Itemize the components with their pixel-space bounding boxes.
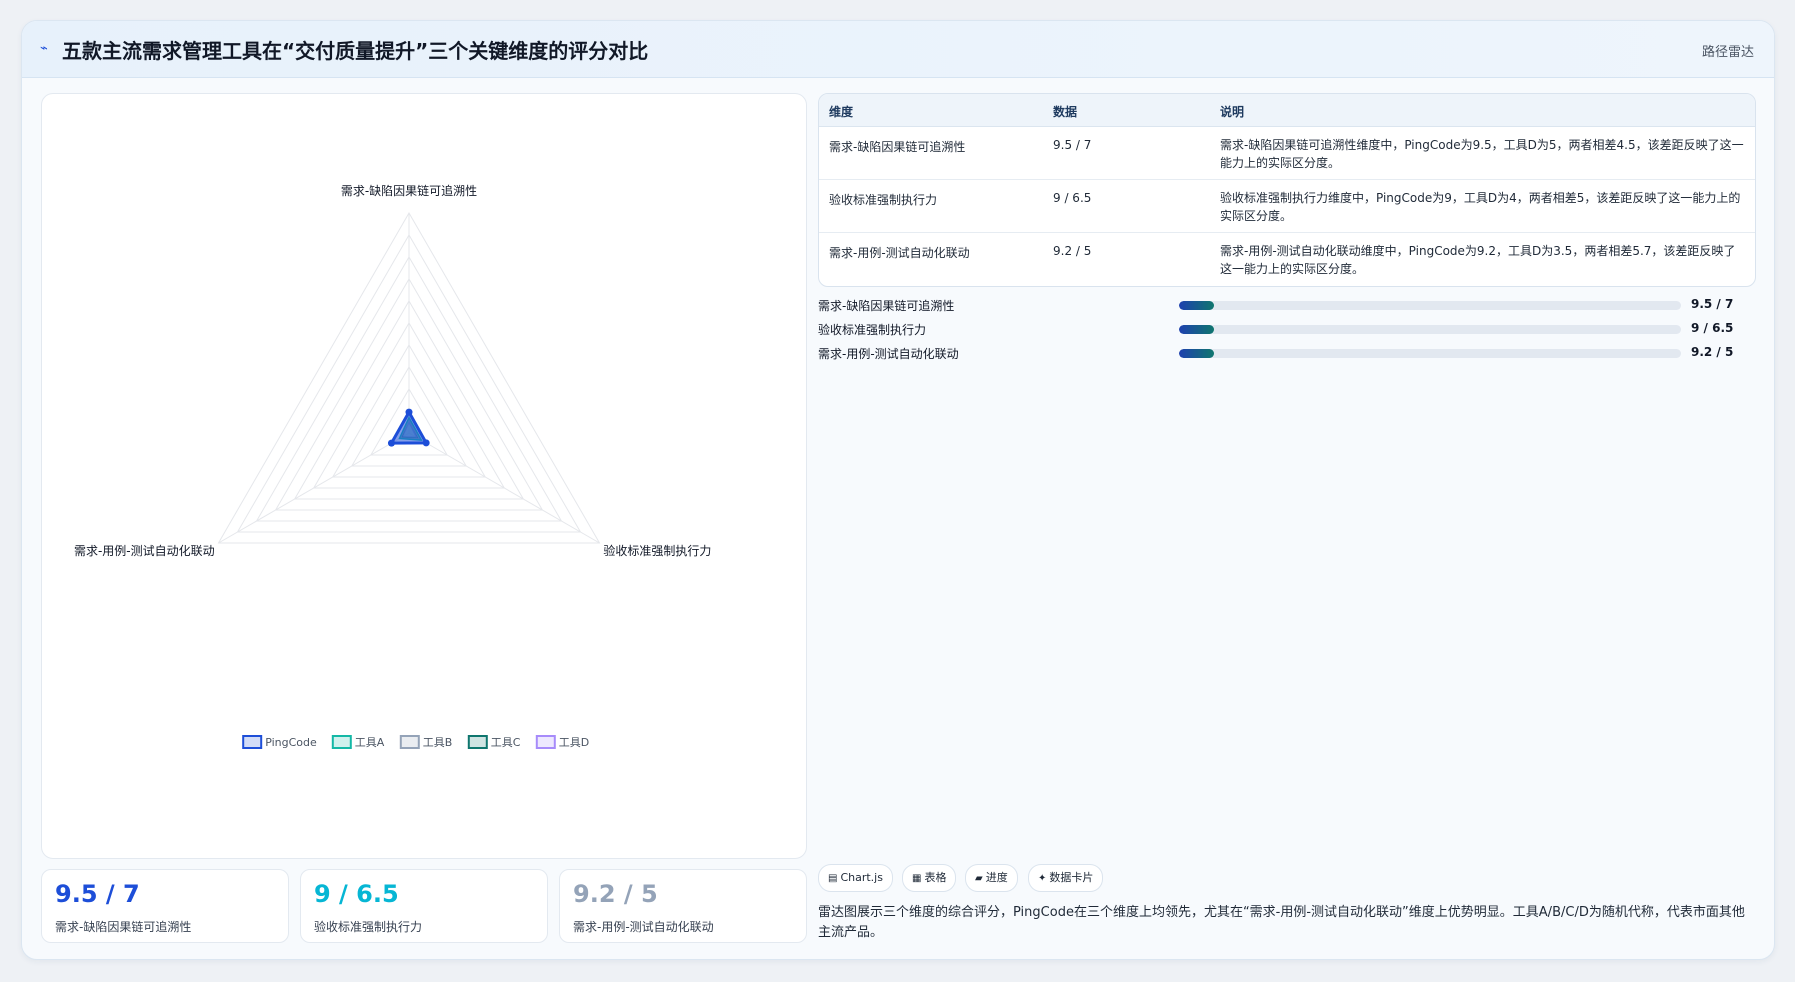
kpi-label: 需求-缺陷因果链可追溯性 [55,920,192,934]
cell-description: 验收标准强制执行力维度中，PingCode为9，工具D为4，两者相差5，该差距反… [1220,191,1741,223]
legend-label: 工具C [491,736,521,749]
progress-fill [1179,349,1215,358]
progress-fill [1179,301,1215,310]
summary-note: 雷达图展示三个维度的综合评分，PingCode在三个维度上均领先，尤其在“需求-… [818,905,1745,940]
dashboard-frame: ⌁ 五款主流需求管理工具在“交付质量提升”三个关键维度的评分对比 路径雷达 需求… [21,20,1775,960]
sparkle-icon: ✦ [1038,873,1047,884]
legend-swatch [331,735,352,749]
legend-swatch [399,735,420,749]
chip-label: 数据卡片 [1049,871,1094,884]
progress-row: 验收标准强制执行力 9 / 6.5 [818,319,1754,339]
legend-swatch [535,735,556,749]
cell-dimension: 需求-缺陷因果链可追溯性 [829,140,966,154]
kpi-card: 9.2 / 5 需求-用例-测试自动化联动 [559,869,807,943]
chip-chartjs[interactable]: ▤ Chart.js [818,864,893,892]
cell-dimension: 验收标准强制执行力 [829,193,938,207]
progress-track [1179,301,1681,310]
chip-table[interactable]: ▦ 表格 [902,864,957,892]
chip-label: 表格 [924,871,947,884]
table-row: 需求-用例-测试自动化联动 9.2 / 5 需求-用例-测试自动化联动维度中，P… [819,233,1755,285]
progress-value: 9.5 / 7 [1691,297,1734,311]
progress-row: 需求-缺陷因果链可追溯性 9.5 / 7 [818,295,1754,315]
radar-axis-label: 需求-缺陷因果链可追溯性 [341,183,477,198]
progress-label: 验收标准强制执行力 [818,323,927,337]
legend-label: 工具B [423,736,453,749]
chip-label: Chart.js [840,871,883,884]
cell-data: 9.2 / 5 [1053,244,1092,258]
legend-label: PingCode [265,736,317,749]
table-row: 验收标准强制执行力 9 / 6.5 验收标准强制执行力维度中，PingCode为… [819,180,1755,233]
progress-value: 9 / 6.5 [1691,321,1734,335]
progress-label: 需求-用例-测试自动化联动 [818,347,959,361]
data-table: 维度 数据 说明 需求-缺陷因果链可追溯性 9.5 / 7 需求-缺陷因果链可追… [818,93,1756,287]
cell-data: 9.5 / 7 [1053,138,1092,152]
kpi-value: 9.2 / 5 [573,880,658,908]
radar-icon: ⌁ [40,41,48,56]
progress-track [1179,349,1681,358]
radar-axis-label: 验收标准强制执行力 [603,543,711,558]
page-title: 五款主流需求管理工具在“交付质量提升”三个关键维度的评分对比 [62,39,649,63]
kpi-card: 9 / 6.5 验收标准强制执行力 [300,869,548,943]
legend-swatch [467,735,488,749]
kpi-card: 9.5 / 7 需求-缺陷因果链可追溯性 [41,869,289,943]
header-dimension: 维度 [829,105,854,119]
header-tag: 路径雷达 [1701,45,1754,60]
cell-data: 9 / 6.5 [1053,191,1092,205]
header-data: 数据 [1053,105,1078,119]
kpi-label: 验收标准强制执行力 [314,920,423,934]
progress-icon: ▰ [975,873,983,884]
radar-series-area [388,409,429,445]
cell-description: 需求-用例-测试自动化联动维度中，PingCode为9.2，工具D为3.5，两者… [1220,244,1736,276]
legend-swatch [242,735,263,749]
progress-fill [1179,325,1215,334]
cell-dimension: 需求-用例-测试自动化联动 [829,246,970,260]
header: ⌁ 五款主流需求管理工具在“交付质量提升”三个关键维度的评分对比 路径雷达 [22,21,1774,78]
radar-axis-label: 需求-用例-测试自动化联动 [74,543,215,558]
progress-row: 需求-用例-测试自动化联动 9.2 / 5 [818,343,1754,363]
progress-label: 需求-缺陷因果链可追溯性 [818,299,955,313]
kpi-value: 9.5 / 7 [55,880,140,908]
radar-point [405,408,413,416]
radar-point [387,439,395,447]
legend-label: 工具D [559,736,589,749]
radar-point [422,439,430,447]
chip-progress[interactable]: ▰ 进度 [965,864,1018,892]
kpi-label: 需求-用例-测试自动化联动 [573,920,714,934]
legend-label: 工具A [355,736,385,749]
table-row: 需求-缺陷因果链可追溯性 9.5 / 7 需求-缺陷因果链可追溯性维度中，Pin… [819,127,1755,180]
chart-icon: ▤ [828,873,838,884]
kpi-value: 9 / 6.5 [314,880,399,908]
progress-value: 9.2 / 5 [1691,345,1734,359]
radar-chart: 需求-缺陷因果链可追溯性验收标准强制执行力 需求-用例-测试自动化联动 PingCo… [74,183,711,749]
chip-data-card[interactable]: ✦ 数据卡片 [1028,864,1104,892]
table-icon: ▦ [912,873,922,884]
chip-label: 进度 [985,871,1008,884]
cell-description: 需求-缺陷因果链可追溯性维度中，PingCode为9.5，工具D为5，两者相差4… [1220,138,1744,170]
table-header: 维度 数据 说明 [819,94,1755,127]
progress-track [1179,325,1681,334]
header-description: 说明 [1220,105,1245,119]
radar-chart-card: 需求-缺陷因果链可追溯性验收标准强制执行力 需求-用例-测试自动化联动 PingCo… [41,93,807,859]
